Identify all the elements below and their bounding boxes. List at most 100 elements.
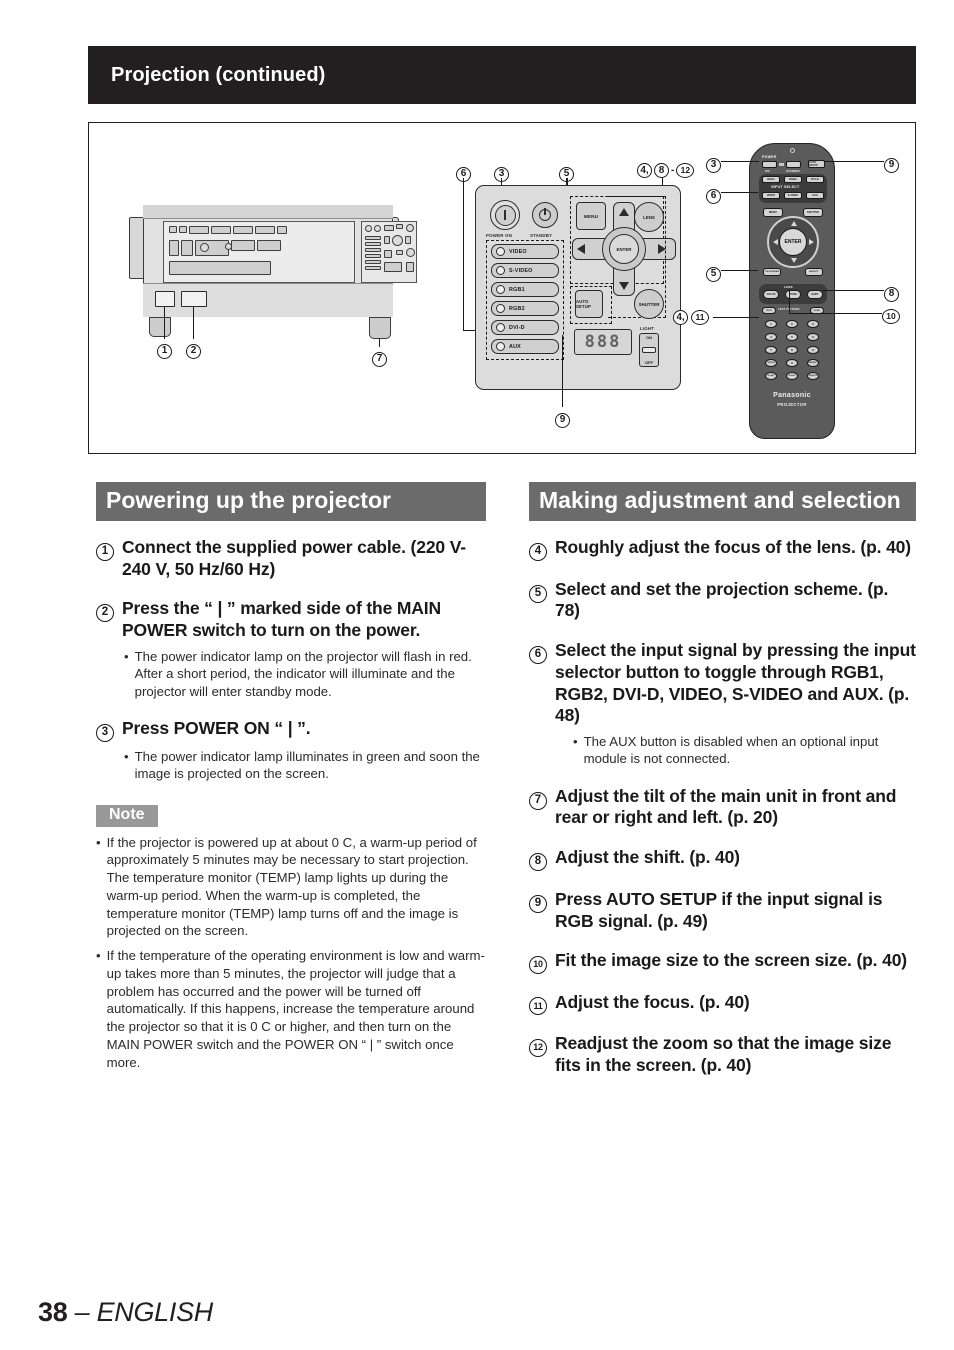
step-7: 7 Adjust the tilt of the main unit in fr… [529,786,916,829]
remote-enter-button[interactable]: ENTER [779,228,807,256]
step-2: 2 Press the “ | ” marked side of the MAI… [96,598,486,641]
note-item: • If the temperature of the operating en… [96,948,485,1070]
mini-right [405,236,411,244]
leader-line [824,161,884,163]
input-button-rgb1[interactable]: RGB1 [491,282,559,297]
bullet-item: • The AUX button is disabled when an opt… [573,733,879,767]
remote-key-2[interactable]: 2 [786,320,798,328]
figure-callout-7: 7 [372,348,387,367]
remote-zoom-button[interactable]: ZOOM [785,290,801,299]
input-button-video[interactable]: VIDEO [491,244,559,259]
step-number: 9 [529,893,547,913]
input-button-rgb2[interactable]: RGB2 [491,301,559,316]
remote-power-on-button[interactable] [762,161,777,168]
projector-control-zone [361,221,417,283]
remote-callout-3: 3 [706,154,721,173]
remote-auto-setup-button[interactable]: AUTO SETUP [808,160,825,168]
input-button-s-video[interactable]: S-VIDEO [491,263,559,278]
remote-callout-6: 6 [706,185,721,204]
auto-setup-group [570,286,612,324]
step-text: Adjust the shift. (p. 40) [555,847,740,868]
remote-arrow-left-icon [773,239,778,245]
input-button-dvi-d[interactable]: DVI-D [491,320,559,335]
step-5: 5 Select and set the projection scheme. … [529,579,916,622]
step-9: 9 Press AUTO SETUP if the input signal i… [529,889,916,932]
remote-key-id-set[interactable]: ID SET [765,372,777,380]
step-text: Adjust the focus. (p. 40) [555,991,750,1012]
mini-input [365,266,381,270]
projector-foot-right [369,317,391,339]
leader-line [463,178,465,330]
bullet-dot: • [124,748,129,764]
remote-key-8[interactable]: 8 [786,346,798,354]
remote-key-status[interactable]: STATUS [807,372,819,380]
step-text: Select and set the projection scheme. (p… [555,578,889,621]
input-led [496,323,505,332]
figure-callout-9-bottom: 9 [555,409,570,428]
remote-key-default[interactable]: DEFAULT [807,359,819,367]
step-text: Roughly adjust the focus of the lens. (p… [555,537,911,558]
power-on-button[interactable] [490,200,520,230]
input-led [496,266,505,275]
remote-key-1[interactable]: 1 [765,320,777,328]
mini-input [365,254,381,258]
menu-button[interactable]: MENU [576,202,606,230]
remote-power-divider [779,163,784,166]
note-item: • If the projector is powered up at abou… [96,834,477,939]
lens-button[interactable]: LENS [634,202,664,232]
remote-input-rgb1[interactable]: RGB1 [762,176,780,183]
figure-callout-1: 1 [157,340,172,359]
light-switch-toggle[interactable] [642,347,656,353]
remote-input-aux[interactable]: AUX [806,192,824,199]
standby-button[interactable] [532,202,558,228]
input-led [496,285,505,294]
mini-lens [406,224,414,232]
remote-test-button[interactable]: TEST [762,307,776,314]
remote-key-enter[interactable]: ENTER [765,359,777,367]
step-text: Press AUTO SETUP if the input signal is … [555,888,883,931]
remote-input-s-video[interactable]: S-VIDEO [784,192,802,199]
bullet-item: • The power indicator lamp illuminates i… [124,748,480,782]
input-led [496,342,505,351]
step-number: 12 [529,1037,547,1057]
step-text: Press the “ | ” marked side of the MAIN … [122,598,441,641]
remote-menu-button[interactable]: MENU [763,208,783,217]
mini-standby [374,225,381,232]
mini-menu [384,225,394,231]
port [233,226,253,234]
right-column: Making adjustment and selection 4 Roughl… [529,482,916,1077]
step-1: 1 Connect the supplied power cable. (220… [96,537,486,580]
step-number: 11 [529,996,547,1016]
input-button-aux[interactable]: AUX [491,339,559,354]
main-power-switch [181,291,207,307]
segment-display: 888 [574,329,632,355]
remote-ir-emitter [790,148,795,153]
remote-input-video[interactable]: VIDEO [762,192,780,199]
light-switch[interactable]: ON OFF [639,333,659,367]
step-number: 10 [529,954,547,974]
step-6: 6 Select the input signal by pressing th… [529,640,916,727]
remote-aspect-button[interactable]: ASPECT [805,268,823,276]
remote-on-screen-button[interactable]: ON SCREEN [763,268,781,276]
remote-input-rgb2[interactable]: RGB2 [784,176,802,183]
remote-shift-button[interactable]: SHIFT [807,290,823,299]
remote-key-3[interactable]: 3 [807,320,819,328]
remote-power-standby-button[interactable] [786,161,801,168]
remote-key-4[interactable]: 4 [765,333,777,341]
remote-key-6[interactable]: 6 [807,333,819,341]
leader-line [789,313,882,315]
remote-key-id-all[interactable]: ID ALL [786,372,798,380]
shutter-button[interactable]: SHUTTER [634,289,664,319]
mini-down [396,250,403,255]
remote-brand: Panasonic [773,392,811,399]
remote-focus-button[interactable]: FOCUS [763,290,779,299]
remote-key-0[interactable]: 0 [786,359,798,367]
remote-input-dvi-d[interactable]: DVI-D [806,176,824,183]
remote-key-5[interactable]: 5 [786,333,798,341]
remote-shutter-button[interactable]: SHUTTER [803,208,823,217]
remote-callout-4-11: 4, 11 [673,310,709,325]
remote-key-7[interactable]: 7 [765,346,777,354]
standby-label: STANDBY [530,233,553,238]
mini-power-on [365,225,372,232]
remote-key-9[interactable]: 9 [807,346,819,354]
